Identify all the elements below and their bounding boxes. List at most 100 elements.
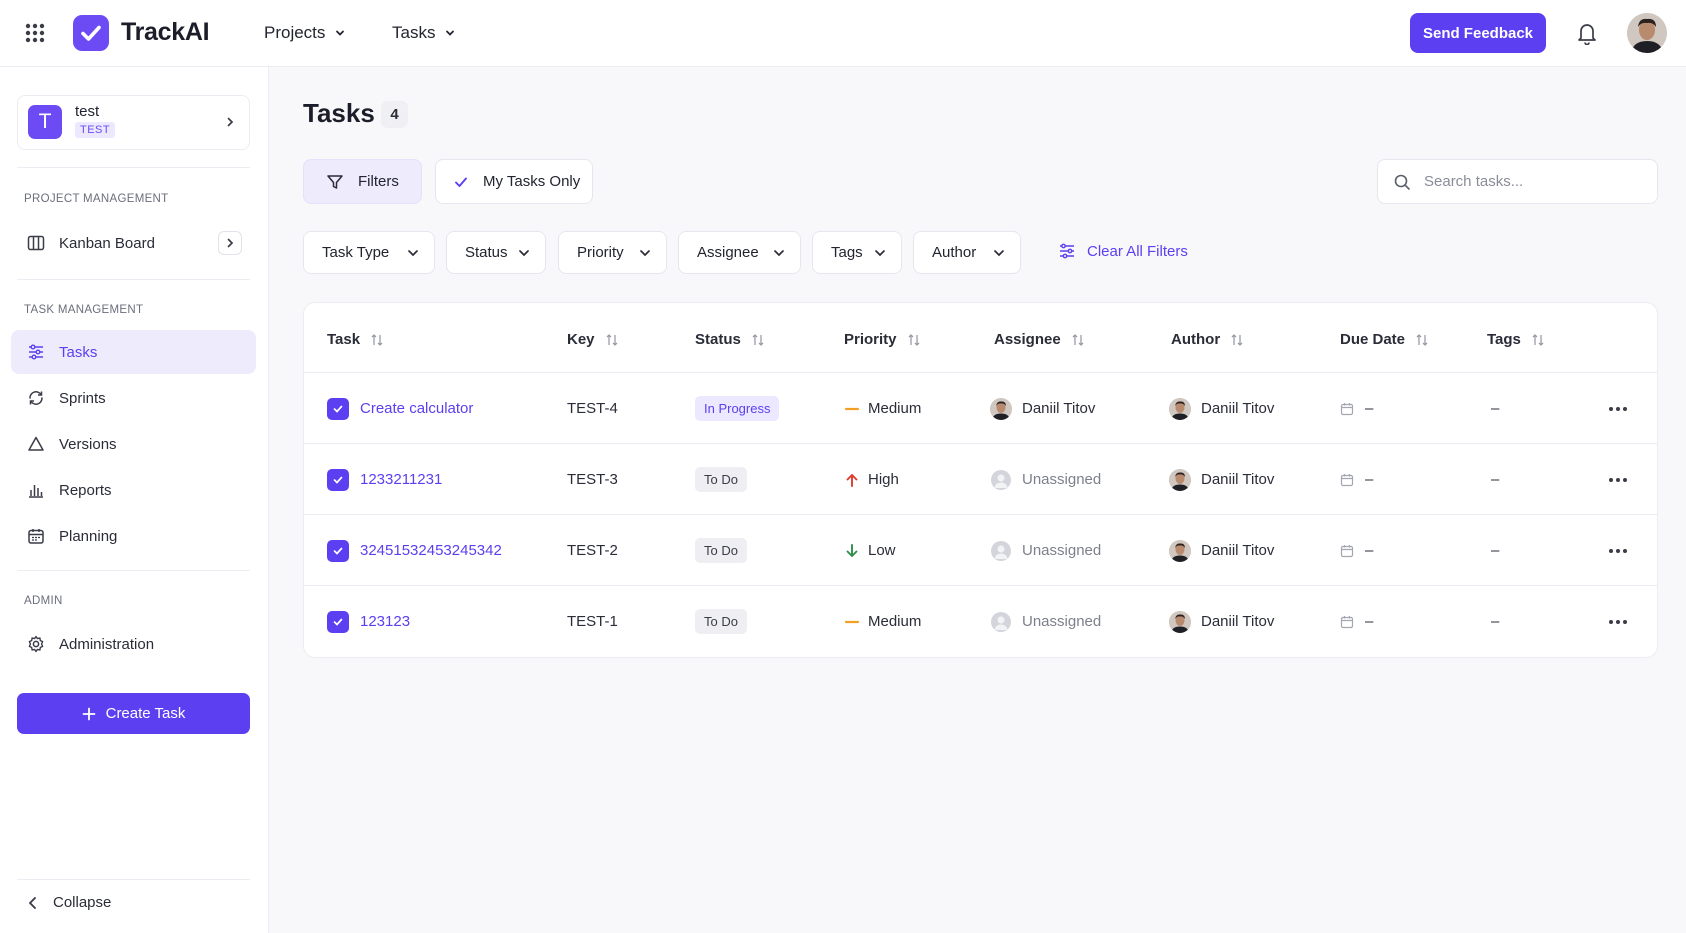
calendar-icon [1340, 544, 1354, 558]
more-options-icon[interactable] [1608, 477, 1628, 483]
nav-tasks[interactable]: Tasks [392, 23, 456, 43]
column-label: Assignee [994, 331, 1061, 348]
divider [17, 167, 250, 168]
priority-medium-icon [844, 401, 860, 417]
column-label: Tags [1487, 331, 1521, 348]
filters-button[interactable]: Filters [303, 159, 422, 204]
priority-dropdown[interactable]: Priority [558, 231, 667, 274]
sidebar: T test TEST PROJECT MANAGEMENT Kanban Bo… [0, 67, 269, 933]
sidebar-item-tasks[interactable]: Tasks [11, 330, 256, 374]
dropdown-label: Priority [577, 244, 624, 261]
sidebar-item-planning[interactable]: Planning [11, 514, 256, 558]
unassigned-avatar [991, 469, 1011, 490]
my-tasks-only-label: My Tasks Only [483, 173, 581, 190]
sidebar-item-label: Sprints [59, 389, 106, 407]
chevron-left-icon [27, 896, 39, 910]
tags-dropdown[interactable]: Tags [812, 231, 902, 274]
send-feedback-button[interactable]: Send Feedback [1410, 13, 1546, 53]
tags-value: – [1491, 613, 1500, 630]
status-dropdown[interactable]: Status [446, 231, 546, 274]
user-avatar[interactable] [1627, 13, 1667, 53]
table-row[interactable]: 123123 TEST-1 To Do Medium Unassigned Da… [304, 585, 1657, 656]
chevron-down-icon [444, 27, 456, 39]
calendar-icon [1340, 615, 1354, 629]
search-input[interactable] [1424, 173, 1624, 190]
task-key: TEST-1 [567, 613, 618, 630]
column-header-assignee[interactable]: Assignee [994, 331, 1085, 348]
column-header-due-date[interactable]: Due Date [1340, 331, 1429, 348]
task-key: TEST-3 [567, 471, 618, 488]
tags-value: – [1491, 542, 1500, 559]
table-row[interactable]: 32451532453245342 TEST-2 To Do Low Unass… [304, 514, 1657, 585]
table-row[interactable]: Create calculator TEST-4 In Progress Med… [304, 372, 1657, 443]
chevron-down-icon [517, 246, 531, 260]
sort-icon [1415, 333, 1429, 347]
priority-low-icon [844, 543, 860, 559]
chevron-down-icon [406, 246, 420, 260]
column-header-key[interactable]: Key [567, 331, 619, 348]
chevron-down-icon [772, 246, 786, 260]
table-row[interactable]: 1233211231 TEST-3 To Do High Unassigned … [304, 443, 1657, 514]
project-switcher[interactable]: T test TEST [17, 95, 250, 150]
sidebar-item-label: Administration [59, 635, 155, 653]
divider [17, 570, 250, 571]
column-label: Due Date [1340, 331, 1406, 348]
calendar-icon [1340, 473, 1354, 487]
trackai-logo-icon[interactable] [73, 15, 109, 51]
priority-label: Low [868, 542, 896, 559]
column-header-task[interactable]: Task [327, 331, 384, 348]
column-label: Key [567, 331, 595, 348]
author-dropdown[interactable]: Author [913, 231, 1021, 274]
author-avatar [1169, 610, 1191, 633]
check-icon [453, 174, 469, 190]
collapse-button[interactable]: Collapse [27, 894, 111, 911]
sidebar-item-label: Tasks [59, 343, 98, 361]
sort-icon [1531, 333, 1545, 347]
author-name: Daniil Titov [1201, 613, 1275, 630]
task-title-link[interactable]: 123123 [360, 613, 410, 630]
column-header-priority[interactable]: Priority [844, 331, 921, 348]
more-options-icon[interactable] [1608, 619, 1628, 625]
my-tasks-only-toggle[interactable]: My Tasks Only [435, 159, 593, 204]
task-title-link[interactable]: 1233211231 [360, 471, 442, 488]
sort-icon [370, 333, 384, 347]
task-title-link[interactable]: 32451532453245342 [360, 542, 502, 559]
sidebar-item-reports[interactable]: Reports [11, 468, 256, 512]
assignee-dropdown[interactable]: Assignee [678, 231, 801, 274]
sidebar-item-label: Versions [59, 435, 117, 453]
task-type-dropdown[interactable]: Task Type [303, 231, 435, 274]
task-count-badge: 4 [381, 101, 408, 128]
tasks-table: Task Key Status Priority Assignee Author… [303, 302, 1658, 658]
tags-value: – [1491, 471, 1500, 488]
more-options-icon[interactable] [1608, 548, 1628, 554]
column-header-tags[interactable]: Tags [1487, 331, 1545, 348]
more-options-icon[interactable] [1608, 406, 1628, 412]
search-icon [1393, 173, 1411, 191]
clear-all-filters-button[interactable]: Clear All Filters [1058, 242, 1188, 260]
filters-label: Filters [358, 173, 399, 190]
sidebar-item-label: Kanban Board [59, 234, 155, 252]
bell-icon[interactable] [1576, 21, 1598, 45]
top-bar: TrackAI Projects Tasks Send Feedback [0, 0, 1686, 67]
sidebar-item-kanban-board[interactable]: Kanban Board [11, 221, 256, 265]
task-title-link[interactable]: Create calculator [360, 400, 473, 417]
author-avatar [1169, 397, 1191, 420]
column-label: Priority [844, 331, 897, 348]
priority-label: Medium [868, 400, 922, 417]
column-header-status[interactable]: Status [695, 331, 765, 348]
nav-projects[interactable]: Projects [264, 23, 346, 43]
sidebar-item-administration[interactable]: Administration [11, 622, 256, 666]
project-avatar: T [28, 105, 62, 139]
sidebar-item-sprints[interactable]: Sprints [11, 376, 256, 420]
calendar-icon [1340, 402, 1354, 416]
chevron-right-icon[interactable] [218, 231, 242, 255]
app-grid-icon[interactable] [25, 23, 45, 43]
sidebar-item-versions[interactable]: Versions [11, 422, 256, 466]
unassigned-avatar [991, 611, 1011, 632]
divider [17, 279, 250, 280]
column-header-author[interactable]: Author [1171, 331, 1244, 348]
author-name: Daniil Titov [1201, 542, 1275, 559]
due-date: – [1365, 613, 1374, 630]
create-task-button[interactable]: Create Task [17, 693, 250, 734]
assignee-name: Unassigned [1022, 471, 1102, 488]
